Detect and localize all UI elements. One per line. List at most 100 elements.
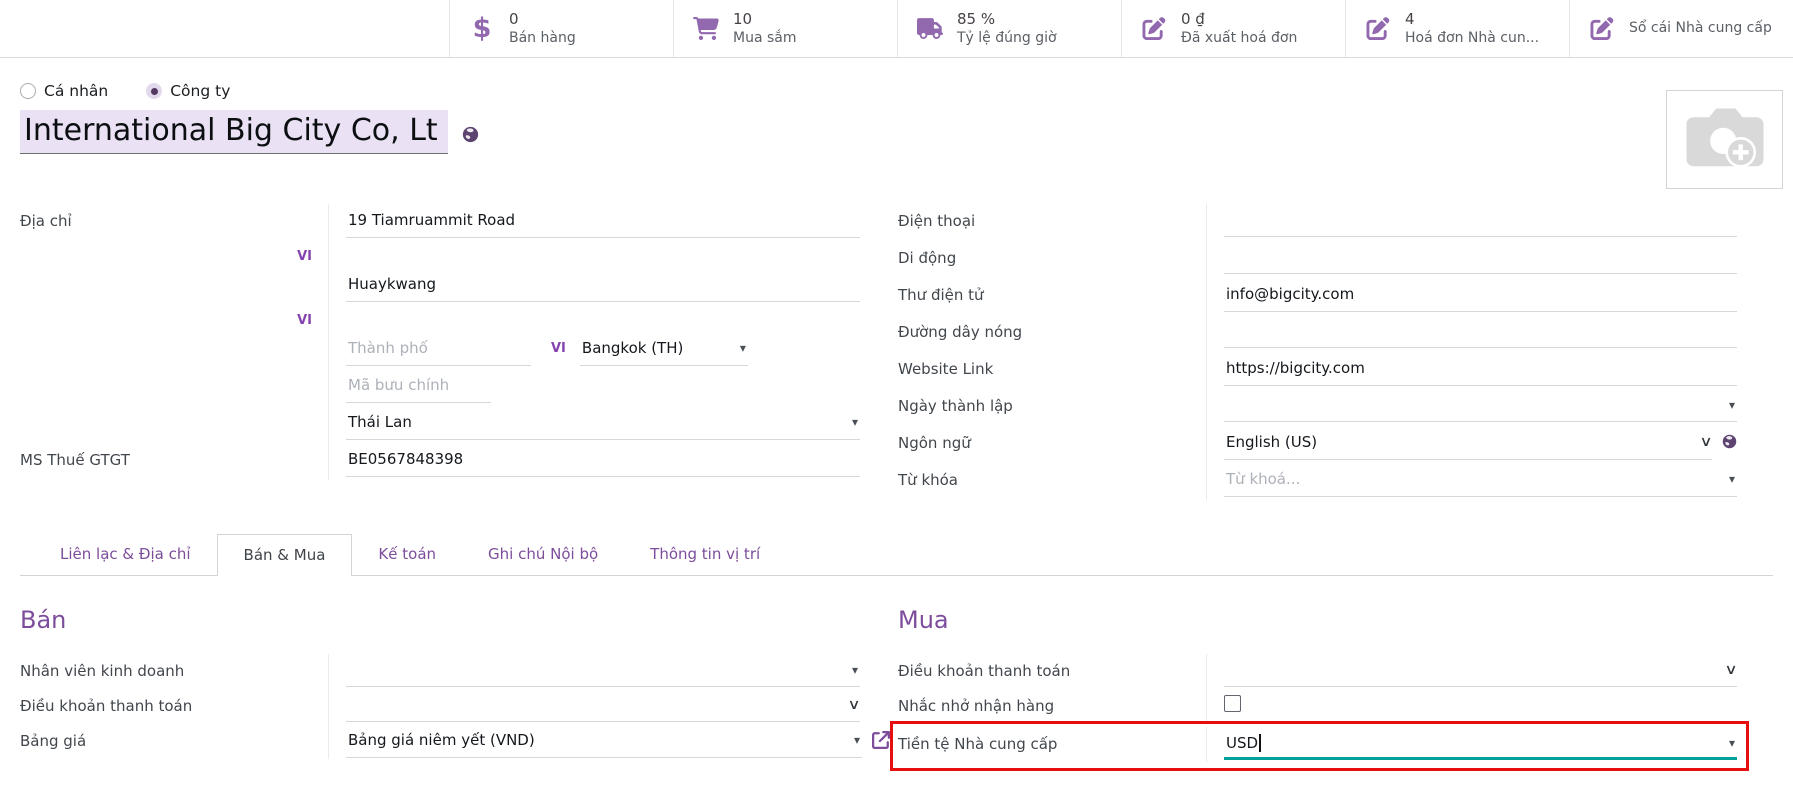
caret-down-icon: ▾ xyxy=(1723,398,1735,412)
tab-accounting[interactable]: Kế toán xyxy=(352,534,462,575)
language-label: Ngôn ngữ xyxy=(898,434,971,463)
translate-row: VI xyxy=(20,305,860,332)
country-row: Thái Lan ▾ xyxy=(20,406,860,443)
caret-down-icon: ▾ xyxy=(846,415,858,429)
keywords-row: Từ khóa Từ khoá... ▾ xyxy=(898,463,1737,500)
email-label: Thư điện tử xyxy=(898,286,984,315)
phone-row: Điện thoại xyxy=(898,204,1737,241)
stat-value: 0 xyxy=(509,10,576,30)
language-row: Ngôn ngữ English (US) ∨ xyxy=(898,426,1737,463)
street2-input[interactable]: Huaykwang xyxy=(346,268,860,302)
country-select[interactable]: Thái Lan ▾ xyxy=(346,406,860,440)
mobile-row: Di động xyxy=(898,241,1737,278)
supplier-currency-input[interactable]: USD ▾ xyxy=(1224,727,1737,760)
receipt-reminder-row: Nhắc nhở nhận hàng xyxy=(898,689,1737,724)
email-input[interactable]: info@bigcity.com xyxy=(1224,278,1737,312)
company-name-input[interactable]: International Big City Co, Lt xyxy=(20,110,448,154)
pricelist-select[interactable]: Bảng giá niêm yết (VND) ▾ xyxy=(346,724,862,758)
globe-icon[interactable] xyxy=(462,126,479,147)
street-row: Địa chỉ 19 Tiamruammit Road xyxy=(20,204,860,241)
globe-icon[interactable] xyxy=(1722,434,1737,453)
salesperson-label: Nhân viên kinh doanh xyxy=(20,662,184,689)
supplier-currency-value: USD xyxy=(1226,734,1258,752)
website-input[interactable]: https://bigcity.com xyxy=(1224,352,1737,386)
sales-payment-terms-label: Điều khoản thanh toán xyxy=(20,697,192,724)
keywords-label: Từ khóa xyxy=(898,471,958,500)
phone-label: Điện thoại xyxy=(898,212,975,241)
mobile-label: Di động xyxy=(898,249,956,278)
stat-button-purchases[interactable]: 10 Mua sắm xyxy=(673,0,897,57)
stat-label: Sổ cái Nhà cung cấp xyxy=(1629,19,1772,37)
country-value: Thái Lan xyxy=(348,413,412,431)
notebook-tabs: Liên lạc & Địa chỉ Bán & Mua Kế toán Ghi… xyxy=(20,534,1773,576)
camera-plus-icon xyxy=(1681,105,1769,175)
zip-input[interactable]: Mã bưu chính xyxy=(346,369,491,403)
caret-down-icon: ▾ xyxy=(846,663,858,677)
stat-button-invoiced[interactable]: 0 ₫ Đã xuất hoá đơn xyxy=(1121,0,1345,57)
dollar-icon: $ xyxy=(468,15,496,42)
company-photo-upload[interactable] xyxy=(1666,90,1783,189)
language-select[interactable]: English (US) ∨ xyxy=(1224,426,1712,460)
stat-value: 10 xyxy=(733,10,797,30)
radio-individual[interactable]: Cá nhân xyxy=(20,82,108,100)
pricelist-label: Bảng giá xyxy=(20,732,86,759)
state-value: Bangkok (TH) xyxy=(582,339,683,357)
caret-down-icon: ▾ xyxy=(848,733,860,747)
translate-row: VI xyxy=(20,241,860,268)
founded-row: Ngày thành lập ▾ xyxy=(898,389,1737,426)
radio-company[interactable]: Công ty xyxy=(146,82,230,100)
stat-label: Tỷ lệ đúng giờ xyxy=(957,29,1057,47)
hotline-input[interactable] xyxy=(1224,315,1737,348)
tab-internal-notes[interactable]: Ghi chú Nội bộ xyxy=(462,534,624,575)
sales-section-title: Bán xyxy=(20,606,860,634)
purchase-payment-terms-row: Điều khoản thanh toán ∨ xyxy=(898,654,1737,689)
pricelist-value: Bảng giá niêm yết (VND) xyxy=(348,731,535,749)
keywords-input[interactable]: Từ khoá... ▾ xyxy=(1224,463,1737,497)
mobile-input[interactable] xyxy=(1224,241,1737,274)
stat-label: Hoá đơn Nhà cun... xyxy=(1405,29,1539,47)
vat-input[interactable]: BE0567848398 xyxy=(346,443,860,477)
chevron-down-icon: ∨ xyxy=(1691,434,1712,450)
city-state-row: Thành phố VI Bangkok (TH) ▾ xyxy=(20,332,860,369)
founded-label: Ngày thành lập xyxy=(898,397,1013,426)
founded-date-select[interactable]: ▾ xyxy=(1224,389,1737,422)
hotline-label: Đường dây nóng xyxy=(898,323,1022,352)
tab-sales-purchase[interactable]: Bán & Mua xyxy=(217,534,353,576)
vat-label: MS Thuế GTGT xyxy=(20,451,130,480)
salesperson-select[interactable]: ▾ xyxy=(346,654,860,687)
sales-payment-terms-select[interactable]: ∨ xyxy=(346,689,860,722)
chevron-down-icon: ∨ xyxy=(1716,662,1737,678)
phone-input[interactable] xyxy=(1224,204,1737,237)
translate-vi-badge[interactable]: VI xyxy=(551,341,566,356)
purchase-section-title: Mua xyxy=(898,606,1737,634)
radio-selected-icon xyxy=(146,83,162,99)
keywords-placeholder: Từ khoá... xyxy=(1226,470,1300,488)
external-link-icon[interactable] xyxy=(872,731,890,753)
company-type-radio-group: Cá nhân Công ty xyxy=(20,82,1773,100)
tab-location-info[interactable]: Thông tin vị trí xyxy=(624,534,786,575)
street-input[interactable]: 19 Tiamruammit Road xyxy=(346,204,860,238)
tab-contacts-addresses[interactable]: Liên lạc & Địa chỉ xyxy=(34,534,217,575)
stat-value: 85 % xyxy=(957,10,1057,30)
translate-vi-badge[interactable]: VI xyxy=(297,249,312,268)
stat-button-sales[interactable]: $ 0 Bán hàng xyxy=(449,0,673,57)
translate-vi-badge[interactable]: VI xyxy=(297,313,312,332)
stat-button-vendor-ledger[interactable]: Sổ cái Nhà cung cấp xyxy=(1569,0,1793,57)
receipt-reminder-label: Nhắc nhở nhận hàng xyxy=(898,697,1054,724)
hotline-row: Đường dây nóng xyxy=(898,315,1737,352)
radio-individual-label: Cá nhân xyxy=(44,82,108,100)
city-input[interactable]: Thành phố xyxy=(346,332,531,366)
stat-button-on-time-rate[interactable]: 85 % Tỷ lệ đúng giờ xyxy=(897,0,1121,57)
purchase-payment-terms-select[interactable]: ∨ xyxy=(1224,654,1737,687)
caret-down-icon: ▾ xyxy=(1723,472,1735,486)
stat-button-vendor-bills[interactable]: 4 Hoá đơn Nhà cun... xyxy=(1345,0,1569,57)
city-placeholder: Thành phố xyxy=(348,339,428,357)
state-select[interactable]: Bangkok (TH) ▾ xyxy=(580,332,748,366)
text-cursor xyxy=(1259,734,1261,752)
edit-icon xyxy=(1364,17,1392,40)
address-label: Địa chỉ xyxy=(20,212,72,241)
street2-row: Huaykwang xyxy=(20,268,860,305)
stat-label: Đã xuất hoá đơn xyxy=(1181,29,1297,47)
receipt-reminder-checkbox[interactable] xyxy=(1224,695,1241,712)
website-row: Website Link https://bigcity.com xyxy=(898,352,1737,389)
